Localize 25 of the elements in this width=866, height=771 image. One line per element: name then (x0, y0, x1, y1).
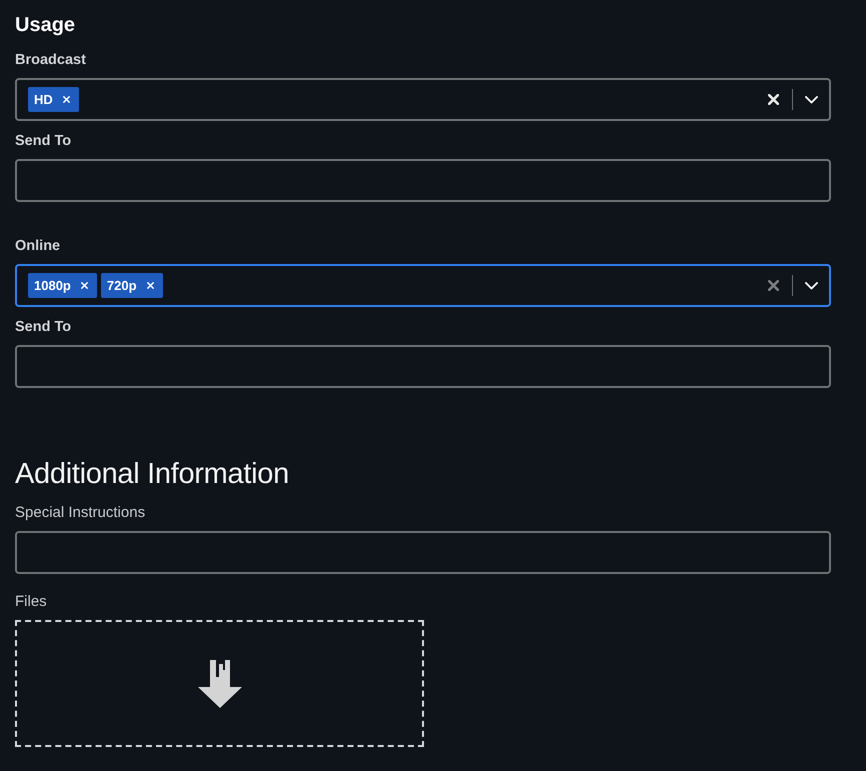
multi-select[interactable]: 1080p 720p (15, 264, 831, 307)
field-label: Send To (15, 132, 72, 150)
field-label: Files (15, 593, 47, 611)
chevron-down-icon (804, 96, 818, 104)
close-icon (63, 96, 70, 103)
close-icon (81, 282, 88, 289)
close-icon (768, 94, 778, 105)
text-input[interactable] (15, 345, 831, 388)
field-label: Send To (15, 318, 72, 336)
close-icon (147, 282, 154, 289)
text-input[interactable] (15, 159, 831, 202)
tag-label: 1080p (34, 278, 71, 294)
section-heading: Usage (15, 13, 76, 37)
text-input[interactable] (15, 531, 831, 574)
file-dropzone[interactable] (15, 620, 424, 747)
tag-label: 720p (106, 278, 137, 294)
field-label: Special Instructions (15, 504, 146, 522)
chevron-down-icon (804, 282, 818, 290)
multi-select[interactable]: HD (15, 78, 831, 121)
field-label: Online (15, 237, 60, 255)
tag-label: HD (34, 92, 53, 108)
field-label: Broadcast (15, 51, 86, 69)
arrow-down-icon (198, 660, 242, 708)
section-heading: Additional Information (15, 457, 289, 491)
close-icon (768, 280, 778, 291)
